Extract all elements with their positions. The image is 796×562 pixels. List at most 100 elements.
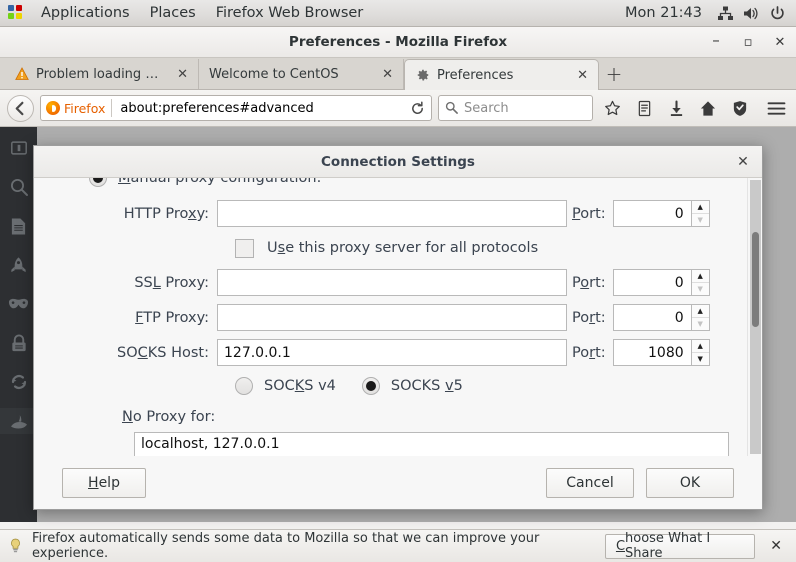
ok-button[interactable]: OK [646, 468, 734, 498]
http-port-input[interactable]: 0 [612, 200, 691, 227]
socks-port-stepper[interactable]: 1080 ▲ ▼ [612, 339, 710, 366]
manual-proxy-radio[interactable] [89, 178, 107, 187]
tab-close-button[interactable]: ✕ [374, 67, 395, 82]
socks-host-label: SOCKS Host: [117, 344, 209, 361]
tab-close-button[interactable]: ✕ [569, 68, 590, 83]
network-icon[interactable] [714, 2, 736, 24]
dialog-close-button[interactable]: ✕ [734, 153, 752, 171]
socks-v5-label: SOCKS v5 [390, 378, 463, 394]
help-button[interactable]: Help [62, 468, 146, 498]
tab-problem-loading-page[interactable]: Problem loading page ✕ [4, 59, 199, 89]
new-tab-button[interactable]: + [599, 59, 629, 89]
window-controls: – ▫ ✕ [706, 27, 790, 58]
use-proxy-for-all-checkbox[interactable] [235, 238, 254, 258]
ftp-port-spin-buttons[interactable]: ▲ ▼ [690, 304, 710, 331]
spin-down-icon[interactable]: ▼ [692, 214, 709, 226]
spin-up-icon[interactable]: ▲ [691, 340, 709, 353]
minimize-button[interactable]: – [706, 31, 726, 53]
ssl-proxy-label: SSL Proxy: [134, 274, 209, 291]
identity-box[interactable]: Firefox [46, 99, 113, 117]
http-port-stepper[interactable]: 0 ▲ ▼ [612, 200, 710, 227]
menu-hamburger-icon[interactable] [763, 95, 789, 121]
screen: Applications Places Firefox Web Browser … [0, 0, 796, 562]
tab-label: Preferences [437, 67, 514, 83]
volume-icon[interactable] [740, 2, 762, 24]
dialog-action-buttons: Cancel OK [546, 468, 734, 498]
spin-up-icon[interactable]: ▲ [691, 305, 709, 318]
power-icon[interactable] [766, 2, 788, 24]
use-proxy-for-all-row[interactable]: Use this proxy server for all protocols [34, 231, 747, 265]
tab-strip: Problem loading page ✕ Welcome to CentOS… [0, 58, 796, 90]
window-title: Preferences - Mozilla Firefox [288, 34, 508, 50]
ftp-proxy-input[interactable] [217, 304, 567, 331]
panel-menus: Applications Places Firefox Web Browser [0, 0, 373, 26]
dialog-footer: Help Cancel OK [34, 456, 762, 509]
connection-settings-dialog: Connection Settings ✕ Manual proxy confi… [33, 145, 763, 510]
socks-host-row: SOCKS Host: 127.0.0.1 Port: 1080 ▲ ▼ [34, 335, 747, 370]
applications-menu[interactable]: Applications [31, 0, 140, 26]
dialog-body: Manual proxy configuration: HTTP Proxy: … [34, 178, 762, 456]
spin-down-icon[interactable]: ▼ [692, 318, 709, 330]
identity-label: Firefox [64, 100, 106, 116]
ssl-proxy-row: SSL Proxy: Port: 0 ▲ ▼ [34, 265, 747, 300]
search-placeholder: Search [464, 100, 509, 116]
url-bar[interactable]: Firefox about:preferences#advanced [40, 95, 432, 121]
no-proxy-textarea[interactable]: localhost, 127.0.0.1 [134, 432, 729, 456]
scrollbar-thumb[interactable] [752, 232, 759, 327]
ftp-port-stepper[interactable]: 0 ▲ ▼ [612, 304, 710, 331]
tab-preferences[interactable]: Preferences ✕ [404, 59, 599, 90]
socks-v5-radio[interactable] [361, 377, 380, 395]
maximize-button[interactable]: ▫ [738, 33, 758, 53]
bookmark-star-icon[interactable] [599, 95, 625, 121]
spin-up-icon[interactable]: ▲ [691, 270, 709, 283]
navigation-toolbar: Firefox about:preferences#advanced Searc… [0, 90, 796, 127]
reload-icon[interactable] [405, 96, 429, 120]
manual-proxy-option-row[interactable]: Manual proxy configuration: [34, 178, 747, 196]
ftp-port-input[interactable]: 0 [612, 304, 691, 331]
spin-down-icon[interactable]: ▼ [692, 283, 709, 295]
notification-close-button[interactable]: ✕ [764, 538, 788, 554]
tab-welcome-to-centos[interactable]: Welcome to CentOS ✕ [199, 59, 404, 89]
ssl-port-input[interactable]: 0 [612, 269, 691, 296]
http-proxy-input[interactable] [217, 200, 567, 227]
close-window-button[interactable]: ✕ [770, 33, 790, 53]
desktop-top-panel: Applications Places Firefox Web Browser … [0, 0, 796, 27]
http-port-spin-buttons[interactable]: ▲ ▼ [690, 200, 710, 227]
no-proxy-label: No Proxy for: [122, 409, 216, 425]
socks-v5-option[interactable]: SOCKS v5 [361, 377, 463, 395]
gear-icon [415, 67, 431, 83]
socks-port-spin-buttons[interactable]: ▲ ▼ [690, 339, 710, 366]
ssl-proxy-input[interactable] [217, 269, 567, 296]
ssl-port-spin-buttons[interactable]: ▲ ▼ [690, 269, 710, 296]
dialog-scroll-pane: Manual proxy configuration: HTTP Proxy: … [34, 178, 747, 456]
panel-clock[interactable]: Mon 21:43 [617, 5, 710, 21]
notification-bar: Firefox automatically sends some data to… [0, 529, 796, 562]
downloads-icon[interactable] [663, 95, 689, 121]
dialog-scrollbar[interactable] [747, 178, 762, 456]
socks-v4-radio[interactable] [235, 377, 253, 395]
window-titlebar: Preferences - Mozilla Firefox – ▫ ✕ [0, 27, 796, 58]
http-proxy-row: HTTP Proxy: Port: 0 ▲ ▼ [34, 196, 747, 231]
choose-what-i-share-button[interactable]: Choose What I Share [604, 531, 756, 561]
search-bar[interactable]: Search [438, 95, 593, 121]
manual-proxy-label: Manual proxy configuration: [118, 178, 322, 186]
socks-version-row: SOCKS v4 SOCKS v5 [34, 370, 747, 402]
home-icon[interactable] [695, 95, 721, 121]
panel-status-area: Mon 21:43 [617, 2, 796, 24]
shield-icon[interactable] [727, 95, 753, 121]
socks-host-input[interactable]: 127.0.0.1 [217, 339, 567, 366]
back-button[interactable] [7, 94, 34, 122]
places-menu[interactable]: Places [140, 0, 206, 26]
firefox-window-menu[interactable]: Firefox Web Browser [206, 0, 374, 26]
reader-list-icon[interactable] [631, 95, 657, 121]
ssl-port-label: Port: [572, 274, 606, 291]
ssl-port-stepper[interactable]: 0 ▲ ▼ [612, 269, 710, 296]
spin-down-icon[interactable]: ▼ [692, 353, 709, 365]
tab-close-button[interactable]: ✕ [169, 67, 190, 82]
socks-port-input[interactable]: 1080 [612, 339, 691, 366]
cancel-button[interactable]: Cancel [546, 468, 634, 498]
spin-up-icon[interactable]: ▲ [691, 201, 709, 214]
url-text[interactable]: about:preferences#advanced [112, 101, 405, 116]
socks-v4-option[interactable]: SOCKS v4 [235, 377, 336, 395]
dialog-titlebar: Connection Settings ✕ [34, 146, 762, 178]
